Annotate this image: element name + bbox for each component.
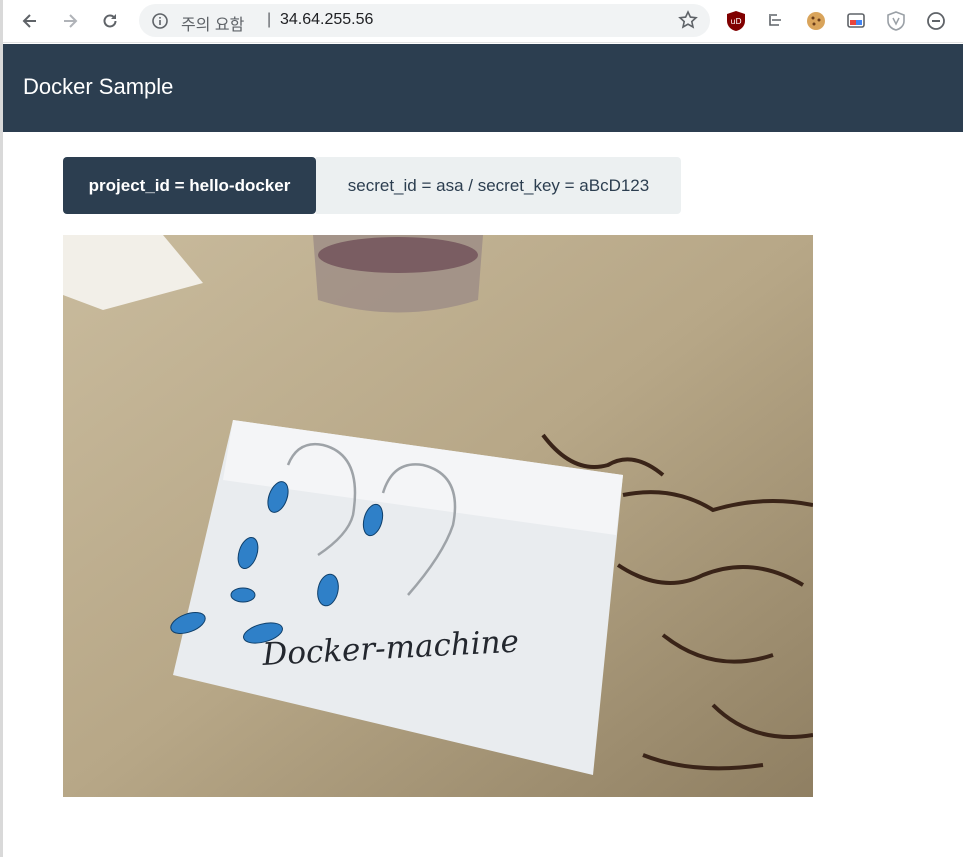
- cookie-extension[interactable]: [805, 10, 827, 32]
- tree-icon: [769, 14, 781, 26]
- browser-toolbar: 주의 요함 | 34.64.255.56 uD: [3, 0, 963, 43]
- forward-icon: [64, 14, 78, 28]
- star-icon[interactable]: [678, 10, 698, 30]
- tab-project-id[interactable]: project_id = hello-docker: [63, 157, 316, 214]
- minus-extension[interactable]: [925, 10, 947, 32]
- cookie-icon: [807, 12, 825, 30]
- security-warning-label[interactable]: 주의 요함: [181, 11, 244, 35]
- info-icon[interactable]: [151, 12, 169, 30]
- address-separator: |: [267, 11, 272, 28]
- shield-extension[interactable]: [885, 10, 907, 32]
- cast-icon: [847, 13, 865, 28]
- minus-circle-icon: [927, 12, 945, 30]
- app-title[interactable]: Docker Sample: [23, 74, 173, 100]
- reload-icon: [103, 14, 117, 28]
- earrings-photo: Docker-machine: [63, 235, 813, 797]
- reload-button[interactable]: [96, 7, 124, 35]
- back-icon: [22, 14, 36, 28]
- forward-button[interactable]: [56, 7, 84, 35]
- back-button[interactable]: [16, 7, 44, 35]
- svg-text:uD: uD: [730, 17, 741, 26]
- address-bar[interactable]: 주의 요함 | 34.64.255.56: [139, 4, 710, 37]
- ublock-icon: uD: [727, 11, 745, 31]
- ublock-extension[interactable]: uD: [725, 10, 747, 32]
- app-header: Docker Sample: [3, 44, 963, 132]
- cast-extension[interactable]: [845, 10, 867, 32]
- tab-secret[interactable]: secret_id = asa / secret_key = aBcD123: [316, 157, 681, 214]
- url-text[interactable]: 34.64.255.56: [280, 11, 373, 29]
- shield-icon: [887, 11, 905, 31]
- tree-extension[interactable]: [765, 10, 787, 32]
